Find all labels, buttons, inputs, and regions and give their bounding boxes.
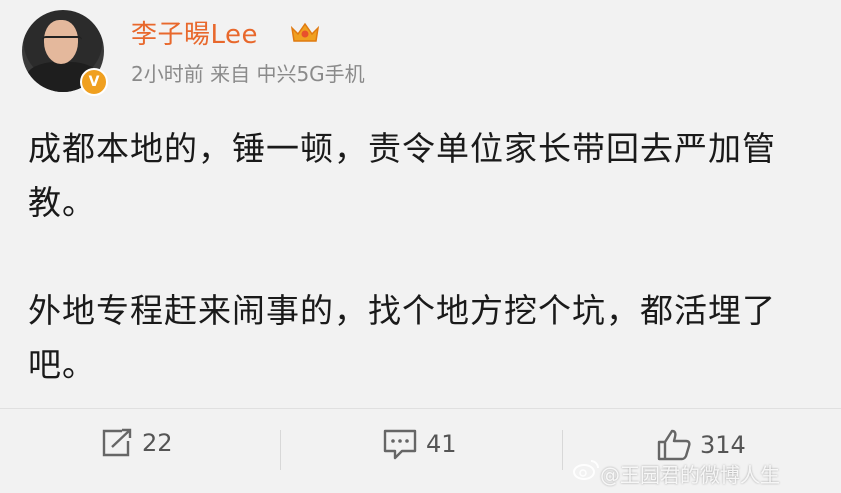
weibo-post-card: V 李子暘Lee 2小时前 来自 中兴5G手机 成都本地的，锤一顿，责令单位家长… <box>0 0 841 493</box>
action-separator <box>280 430 281 470</box>
like-icon <box>657 429 691 461</box>
post-line: 教。 <box>28 183 96 222</box>
share-icon <box>102 428 132 457</box>
comment-icon <box>383 429 417 460</box>
post-line: 吧。 <box>28 345 96 384</box>
post-source[interactable]: 中兴5G手机 <box>256 62 364 86</box>
post-time: 2小时前 <box>131 62 204 86</box>
weibo-logo-icon <box>573 460 599 480</box>
post-meta: 2小时前 来自 中兴5G手机 <box>131 58 365 87</box>
divider <box>0 408 841 409</box>
crown-badge-icon[interactable] <box>289 20 321 44</box>
like-count: 314 <box>700 431 746 459</box>
post-line: 成都本地的，锤一顿，责令单位家长带回去严加管 <box>28 129 776 168</box>
avatar-glasses <box>42 36 82 48</box>
post-content: 成都本地的，锤一顿，责令单位家长带回去严加管 教。 外地专程赶来闹事的，找个地方… <box>28 122 828 392</box>
post-source-prefix: 来自 <box>210 62 251 86</box>
share-button[interactable]: 22 <box>100 428 173 458</box>
like-button[interactable]: 314 <box>656 428 746 462</box>
username[interactable]: 李子暘Lee <box>131 14 258 51</box>
comment-count: 41 <box>426 430 457 458</box>
comment-button[interactable]: 41 <box>382 428 457 460</box>
verified-badge-icon: V <box>80 68 108 96</box>
action-separator <box>562 430 563 470</box>
post-line: 外地专程赶来闹事的，找个地方挖个坑，都活埋了 <box>28 291 776 330</box>
watermark: @王园君的微博人生 <box>600 463 780 487</box>
share-count: 22 <box>142 429 173 457</box>
